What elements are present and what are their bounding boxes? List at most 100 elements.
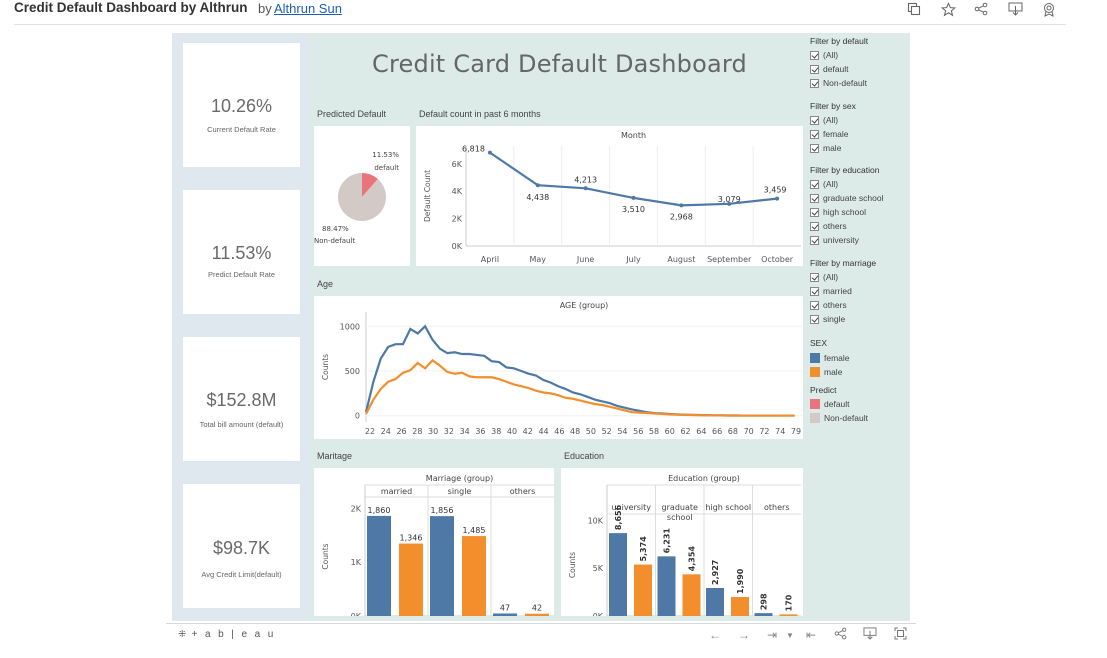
badge-icon[interactable] (1041, 1, 1057, 17)
undo-icon[interactable]: ← (707, 628, 723, 642)
checkbox-checked-icon[interactable] (810, 143, 819, 153)
share-icon[interactable] (832, 627, 848, 643)
checkbox-checked-icon[interactable] (810, 272, 819, 282)
filter-education-high-school[interactable]: high school (810, 205, 920, 219)
education-y-tick: 5K (593, 564, 604, 573)
checkbox-checked-icon[interactable] (810, 115, 819, 125)
age-x-tick: 38 (491, 427, 501, 436)
filter-default-all[interactable]: (All) (810, 48, 920, 62)
month-x-tick: July (625, 255, 641, 264)
age-x-tick: 79 (791, 427, 801, 436)
redo-icon[interactable]: → (736, 628, 752, 642)
filter-marriage-title: Filter by marriage (810, 258, 877, 268)
month-value-label: 4,213 (574, 175, 597, 184)
checkbox-checked-icon[interactable] (810, 221, 819, 231)
checkbox-checked-icon[interactable] (810, 286, 819, 296)
top-bar: Credit Default Dashboard by Althrun by A… (0, 0, 1107, 26)
kpi-card-current-default-rate[interactable]: 10.26% Current Default Rate (183, 43, 300, 167)
checkbox-checked-icon[interactable] (810, 78, 819, 88)
age-axis-title: AGE (group) (560, 301, 609, 310)
copy-icon[interactable] (906, 1, 922, 17)
marriage-bar-male (462, 536, 486, 616)
author-link[interactable]: Althrun Sun (274, 1, 342, 16)
checkbox-checked-icon[interactable] (810, 207, 819, 217)
checkbox-checked-icon[interactable] (810, 64, 819, 74)
education-y-tick: 0K (593, 612, 604, 616)
month-point (535, 183, 540, 188)
share-icon[interactable] (973, 1, 989, 17)
chevron-down-icon[interactable]: ▼ (782, 631, 798, 640)
education-y-label: Counts (568, 552, 577, 578)
age-x-tick: 60 (665, 427, 675, 436)
checkbox-checked-icon[interactable] (810, 193, 819, 203)
education-panel: Education (group)0K5K10KCountsuniversity… (561, 468, 803, 621)
kpi-label: Avg Credit Limit(default) (201, 570, 282, 579)
education-bar-label: 5,374 (639, 536, 648, 562)
age-x-tick: 66 (712, 427, 722, 436)
filter-marriage-others[interactable]: others (810, 298, 920, 312)
month-point (631, 195, 636, 200)
legend-sex-male[interactable]: male (810, 365, 920, 379)
filter-sex-female[interactable]: female (810, 127, 920, 141)
marriage-category-label: single (448, 487, 472, 496)
pie-chart[interactable]: 11.53% default 88.47% Non-default (314, 126, 410, 266)
kpi-card-predict-default-rate[interactable]: 11.53% Predict Default Rate (183, 190, 300, 314)
month-line-chart[interactable]: Month 0K 2K 4K 6K Default Count 6,818 April 4,43… (416, 126, 803, 266)
month-y-tick: 6K (452, 160, 463, 169)
tableau-logo[interactable]: ⁜ + a b | e a u (178, 629, 276, 640)
filter-education-all[interactable]: (All) (810, 177, 920, 191)
filter-education-graduate[interactable]: graduate school (810, 191, 920, 205)
reset-icon[interactable]: ⇤ (803, 628, 819, 642)
filter-marriage-all[interactable]: (All) (810, 270, 920, 284)
filter-marriage-single[interactable]: single (810, 312, 920, 326)
marriage-y-tick: 0K (351, 612, 362, 616)
legend-sex-female[interactable]: female (810, 351, 920, 365)
kpi-card-total-bill[interactable]: $152.8M Total bill amount (default) (183, 337, 300, 461)
pie-label-non-default-pct: 88.47% (322, 225, 349, 233)
legend-predict-default[interactable]: default (810, 397, 920, 411)
filter-default-non-default[interactable]: Non-default (810, 76, 920, 90)
marriage-bar-label: 42 (532, 604, 542, 613)
marriage-bar-chart[interactable]: Marriage (group) 0K 1K 2K Counts married 1,860… (314, 468, 554, 621)
checkbox-checked-icon[interactable] (810, 314, 819, 324)
checkbox-checked-icon[interactable] (810, 50, 819, 60)
star-icon[interactable] (940, 1, 956, 17)
checkbox-checked-icon[interactable] (810, 179, 819, 189)
filter-sex-all[interactable]: (All) (810, 113, 920, 127)
filter-marriage-married[interactable]: married (810, 284, 920, 298)
age-x-tick: 24 (381, 427, 391, 436)
marriage-bar-male (399, 543, 423, 616)
age-line-male (365, 358, 795, 417)
age-x-tick: 70 (744, 427, 754, 436)
marriage-y-tick: 2K (351, 504, 362, 513)
age-x-tick: 36 (475, 427, 485, 436)
fullscreen-icon[interactable] (892, 627, 908, 643)
age-x-tick: 54 (617, 427, 627, 436)
kpi-card-avg-credit-limit[interactable]: $98.7K Avg Credit Limit(default) (183, 484, 300, 608)
download-icon[interactable] (862, 627, 878, 643)
checkbox-checked-icon[interactable] (810, 300, 819, 310)
kpi-label: Total bill amount (default) (199, 420, 284, 429)
filter-default-default[interactable]: default (810, 62, 920, 76)
age-y-tick: 0 (355, 412, 360, 421)
download-icon[interactable] (1007, 1, 1023, 17)
education-category-label: graduate (662, 503, 698, 512)
checkbox-checked-icon[interactable] (810, 129, 819, 139)
filter-sex-male[interactable]: male (810, 141, 920, 155)
age-line-chart[interactable]: AGE (group) 0 500 1000 Counts 22 24 26 28 30 32 34 3… (314, 296, 803, 439)
legend-predict-title: Predict (810, 385, 837, 395)
filter-education-others[interactable]: others (810, 219, 920, 233)
pie-label-default-pct: 11.53% (372, 151, 399, 159)
legend-predict-non-default[interactable]: Non-default (810, 411, 920, 425)
swatch-icon (810, 353, 820, 363)
age-y-tick: 500 (345, 367, 360, 376)
swatch-icon (810, 399, 820, 409)
month-y-tick: 4K (452, 187, 463, 196)
month-x-tick: August (667, 255, 695, 264)
age-x-tick: 30 (428, 427, 438, 436)
education-bar-chart[interactable]: Education (group)0K5K10KCountsuniversity… (561, 468, 803, 621)
pie-panel: 11.53% default 88.47% Non-default (314, 126, 410, 266)
revert-icon[interactable]: ⇥ (764, 628, 780, 642)
checkbox-checked-icon[interactable] (810, 235, 819, 245)
filter-education-university[interactable]: university (810, 233, 920, 247)
